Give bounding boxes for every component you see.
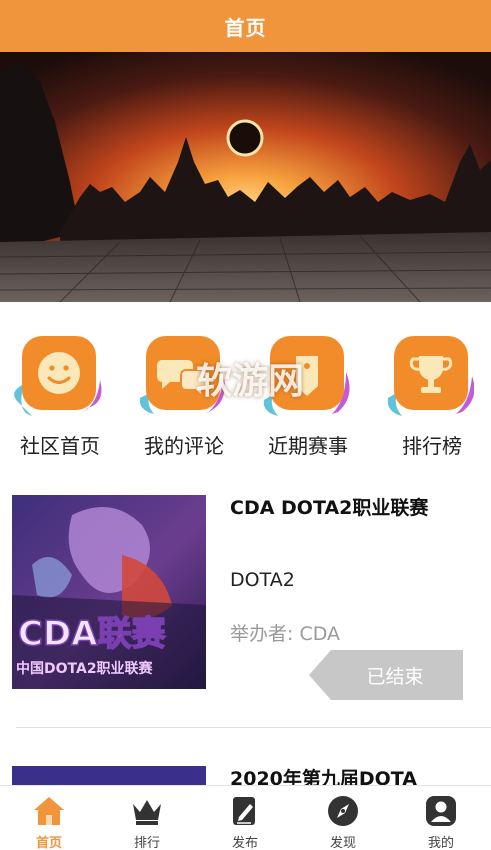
event-thumbnail: CDA联赛 中国DOTA2职业联赛	[12, 495, 206, 689]
top-nav-bar: 首页	[0, 0, 491, 52]
svg-text:CDA联赛: CDA联赛	[18, 614, 166, 654]
quick-nav-label: 我的评论	[144, 434, 224, 458]
compass-icon	[328, 796, 358, 826]
tab-mine[interactable]: 我的	[392, 786, 490, 850]
tab-label: 发现	[329, 836, 356, 850]
banner-image	[0, 52, 491, 302]
tab-label: 发布	[231, 836, 258, 850]
event-status-badge: 已结束	[309, 650, 463, 700]
crown-icon	[133, 800, 161, 825]
event-thumbnail	[12, 766, 206, 786]
watermark: 软游网	[196, 361, 305, 402]
tab-label: 排行	[133, 836, 160, 850]
quick-nav-community[interactable]: 社区首页	[0, 322, 120, 472]
svg-text:中国DOTA2职业联赛: 中国DOTA2职业联赛	[16, 660, 154, 677]
tab-discover[interactable]: 发现	[294, 786, 392, 850]
home-icon	[34, 797, 64, 825]
quick-nav-label: 排行榜	[402, 434, 462, 458]
user-icon	[426, 796, 456, 826]
trophy-icon	[387, 336, 474, 416]
divider	[16, 727, 491, 728]
tab-ranking[interactable]: 排行	[98, 786, 196, 850]
tab-label: 我的	[427, 836, 454, 850]
quick-nav-leaderboard[interactable]: 排行榜	[372, 322, 491, 472]
tab-label: 首页	[35, 836, 62, 850]
tab-home[interactable]: 首页	[0, 786, 98, 850]
event-name: CDA DOTA2职业联赛	[230, 497, 429, 519]
tab-publish[interactable]: 发布	[196, 786, 294, 850]
hero-banner[interactable]	[0, 52, 491, 302]
quick-nav-label: 社区首页	[20, 434, 100, 458]
page-title: 首页	[224, 15, 267, 40]
bottom-tab-bar: 首页 排行 发布 发现 我的	[0, 785, 491, 850]
quick-nav-label: 近期赛事	[268, 434, 348, 458]
event-game: DOTA2	[230, 569, 295, 591]
smiley-icon	[14, 336, 102, 416]
event-organizer: 举办者: CDA	[230, 623, 341, 645]
edit-icon	[233, 797, 255, 825]
